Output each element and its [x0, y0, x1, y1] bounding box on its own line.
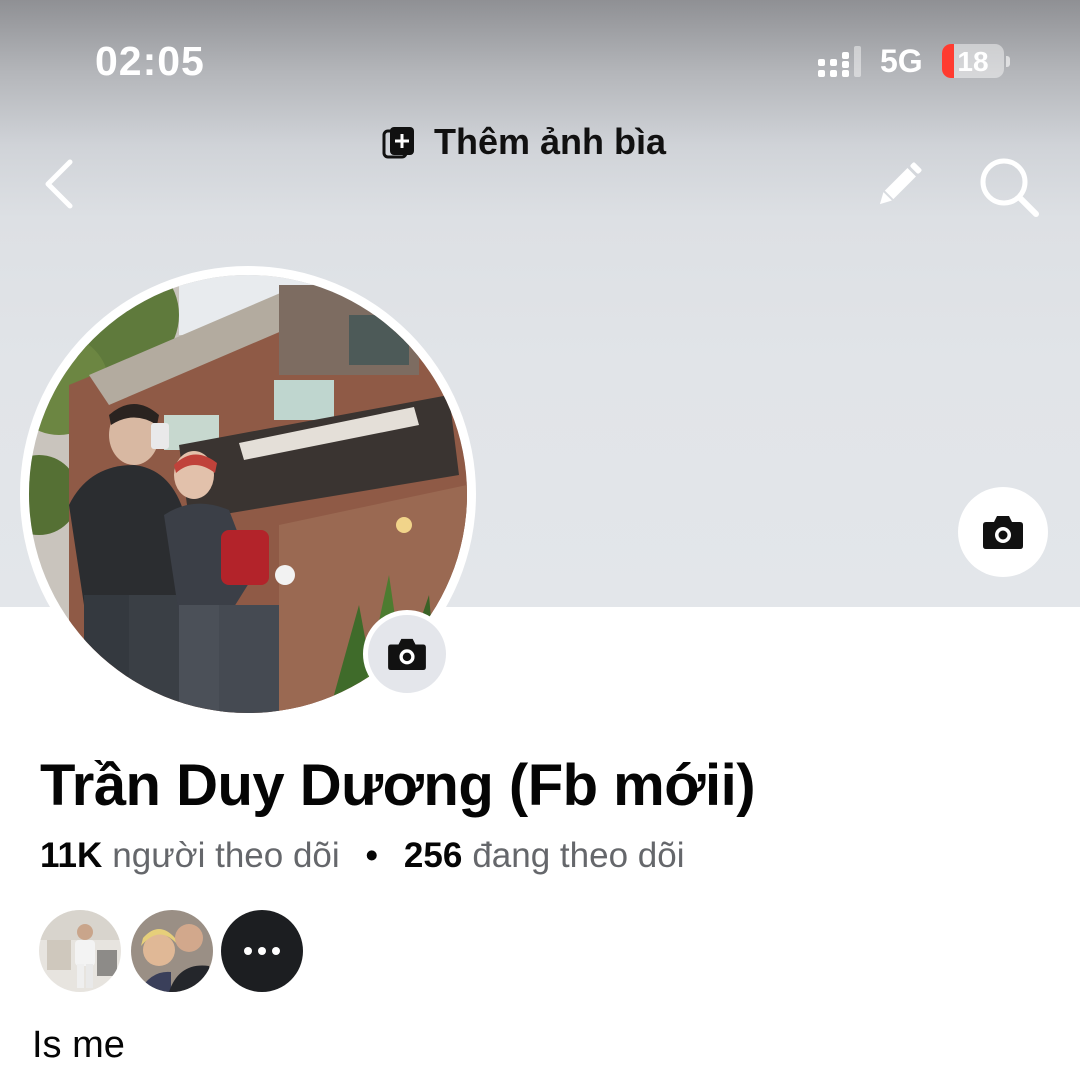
add-cover-photo-button[interactable]: Thêm ảnh bìa	[382, 120, 666, 164]
followers-count[interactable]: 11K	[40, 836, 102, 876]
follow-stats: 11K người theo dõi • 256 đang theo dõi	[40, 836, 684, 876]
more-dots-icon	[244, 947, 280, 955]
signal-icon	[818, 46, 861, 77]
search-icon[interactable]	[976, 154, 1042, 220]
following-count[interactable]: 256	[404, 836, 462, 876]
status-time: 02:05	[95, 38, 205, 84]
profile-bio: Is me	[32, 1024, 125, 1066]
more-friends-button[interactable]	[221, 910, 303, 992]
friend-avatar[interactable]	[131, 910, 213, 992]
friend-photo-image	[131, 910, 213, 992]
battery-icon: 18	[942, 44, 1004, 78]
friend-photo-image	[39, 910, 121, 992]
following-label[interactable]: đang theo dõi	[472, 836, 684, 876]
pencil-icon[interactable]	[870, 156, 928, 214]
followers-label[interactable]: người theo dõi	[112, 836, 339, 876]
cover-camera-button[interactable]	[958, 487, 1048, 577]
add-photo-icon	[382, 127, 414, 159]
camera-icon	[983, 516, 1023, 549]
stats-separator: •	[365, 836, 378, 875]
battery-nub	[1006, 56, 1010, 67]
friend-avatar[interactable]	[39, 910, 121, 992]
chevron-left-icon[interactable]	[38, 156, 82, 212]
avatar-camera-button[interactable]	[363, 610, 451, 698]
battery-level: 18	[957, 46, 989, 77]
add-cover-label: Thêm ảnh bìa	[434, 121, 667, 162]
camera-icon	[388, 638, 426, 671]
profile-name: Trần Duy Dương (Fb mớii)	[40, 753, 756, 818]
network-label: 5G	[880, 43, 923, 79]
